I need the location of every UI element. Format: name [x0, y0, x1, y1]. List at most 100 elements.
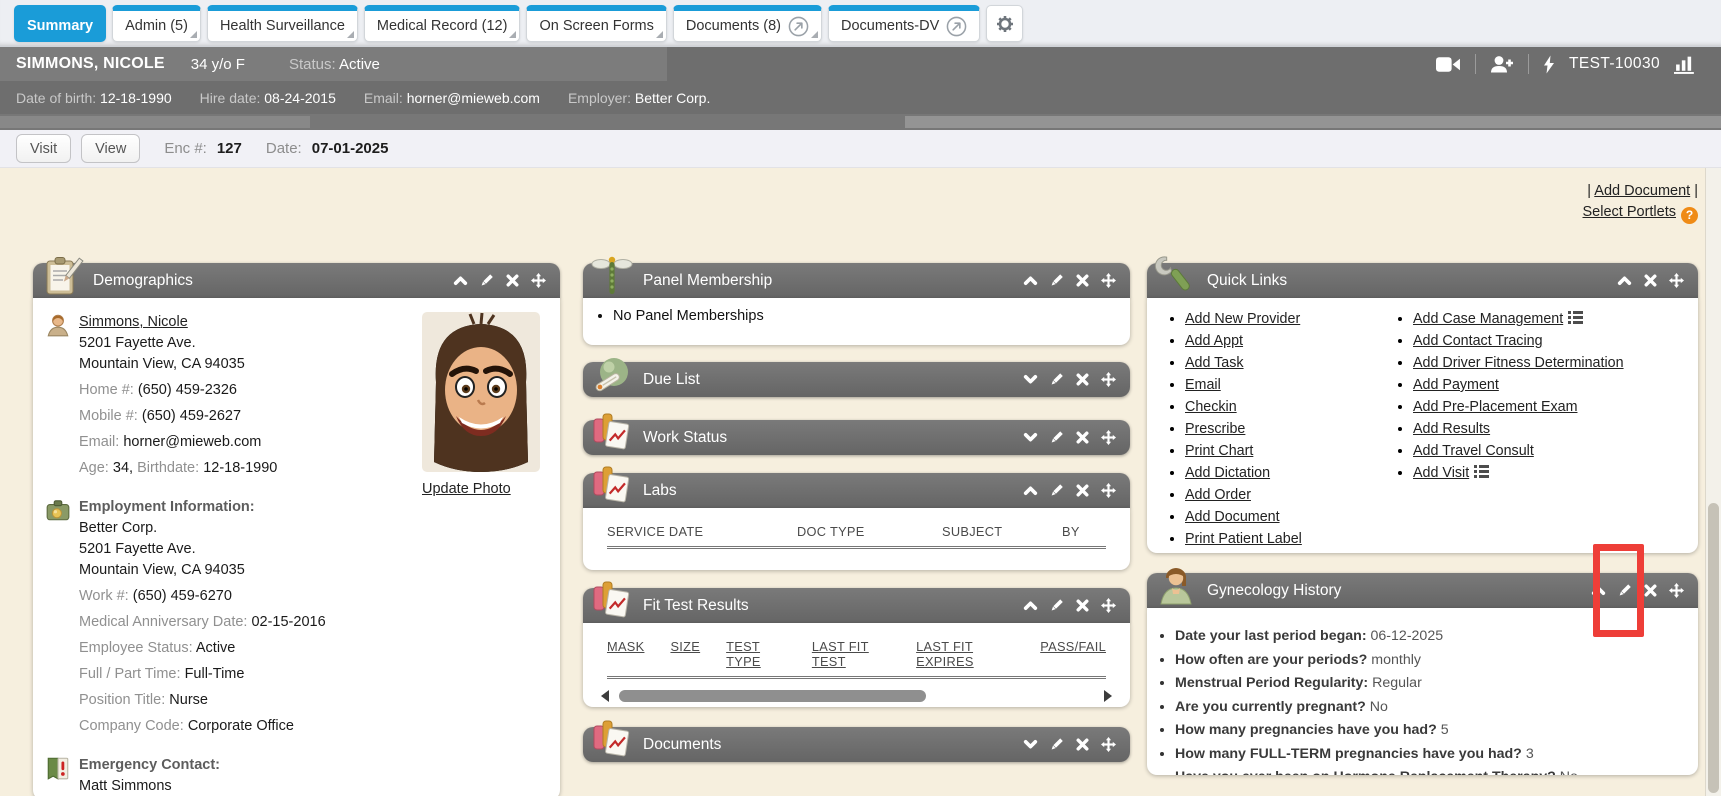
tab-documents-dv[interactable]: Documents-DV [828, 5, 980, 42]
sort-column-link[interactable]: PASS/FAIL [1040, 639, 1106, 669]
close-portlet-icon[interactable] [1075, 430, 1090, 445]
sort-column-link[interactable]: LAST FIT EXPIRES [916, 639, 1014, 669]
popout-arrow-icon[interactable] [946, 16, 967, 37]
gyn-item: Have you ever been on Hormone Replacemen… [1175, 768, 1686, 775]
quick-link[interactable]: Add Visit [1413, 465, 1469, 481]
edit-portlet-icon[interactable] [1049, 372, 1064, 387]
edit-portlet-icon[interactable] [1049, 273, 1064, 288]
expand-portlet-icon[interactable] [1023, 737, 1038, 752]
collapse-portlet-icon[interactable] [1023, 598, 1038, 613]
move-portlet-icon[interactable] [1101, 372, 1116, 387]
list-icon[interactable] [1474, 465, 1489, 478]
move-portlet-icon[interactable] [531, 273, 546, 288]
edit-portlet-icon[interactable] [1049, 430, 1064, 445]
help-icon[interactable]: ? [1681, 207, 1698, 224]
gyn-item: How often are your periods? monthly [1175, 651, 1686, 671]
close-portlet-icon[interactable] [1643, 273, 1658, 288]
collapse-portlet-icon[interactable] [1023, 273, 1038, 288]
tab-documents[interactable]: Documents (8) [673, 5, 822, 42]
scroll-left-icon[interactable] [601, 690, 609, 702]
tab-on-screen-forms[interactable]: On Screen Forms [526, 5, 666, 42]
close-portlet-icon[interactable] [1075, 483, 1090, 498]
move-portlet-icon[interactable] [1101, 430, 1116, 445]
sort-column-link[interactable]: LAST FIT TEST [812, 639, 890, 669]
tab-admin[interactable]: Admin (5) [112, 5, 201, 42]
bar-chart-icon[interactable] [1674, 55, 1697, 74]
tab-summary[interactable]: Summary [14, 5, 106, 42]
edit-portlet-icon[interactable] [1049, 598, 1064, 613]
close-portlet-icon[interactable] [1643, 583, 1658, 598]
visit-button[interactable]: Visit [16, 134, 71, 163]
enc-date-label: Date: [266, 140, 302, 157]
scroll-right-icon[interactable] [1104, 690, 1112, 702]
lightning-icon[interactable] [1543, 55, 1555, 74]
quick-link[interactable]: Add Payment [1413, 377, 1499, 393]
edit-portlet-icon[interactable] [1049, 737, 1064, 752]
banner-scrollbar[interactable] [0, 114, 1721, 130]
page-scrollbar[interactable] [1705, 168, 1721, 796]
video-camera-icon[interactable] [1436, 56, 1461, 73]
quick-link[interactable]: Add Results [1413, 421, 1490, 437]
collapse-portlet-icon[interactable] [1617, 273, 1632, 288]
quick-link-item: Add Payment [1413, 376, 1624, 395]
tab-settings-button[interactable] [986, 5, 1023, 42]
quick-link[interactable]: Add Appt [1185, 333, 1243, 349]
tab-health-surveillance[interactable]: Health Surveillance [207, 5, 358, 42]
scroll-thumb[interactable] [619, 690, 926, 702]
close-portlet-icon[interactable] [1075, 273, 1090, 288]
quick-link[interactable]: Add Task [1185, 355, 1244, 371]
move-portlet-icon[interactable] [1669, 583, 1684, 598]
popout-arrow-icon[interactable] [788, 16, 809, 37]
quick-link[interactable]: Add Driver Fitness Determination [1413, 355, 1624, 371]
edit-portlet-icon[interactable] [479, 273, 494, 288]
view-button[interactable]: View [81, 134, 140, 163]
quick-link[interactable]: Add Contact Tracing [1413, 333, 1543, 349]
expand-portlet-icon[interactable] [1023, 430, 1038, 445]
chart-document-icon [590, 579, 634, 623]
list-icon[interactable] [1568, 311, 1583, 324]
select-portlets-link[interactable]: Select Portlets [1583, 204, 1677, 220]
move-portlet-icon[interactable] [1101, 598, 1116, 613]
sort-column-link[interactable]: MASK [607, 639, 644, 669]
collapse-portlet-icon[interactable] [453, 273, 468, 288]
close-portlet-icon[interactable] [505, 273, 520, 288]
move-portlet-icon[interactable] [1101, 273, 1116, 288]
move-portlet-icon[interactable] [1101, 737, 1116, 752]
horizontal-scrollbar[interactable] [601, 689, 1112, 703]
close-portlet-icon[interactable] [1075, 737, 1090, 752]
quick-link[interactable]: Add Order [1185, 487, 1251, 503]
close-portlet-icon[interactable] [1075, 372, 1090, 387]
quick-link[interactable]: Add Dictation [1185, 465, 1270, 481]
quick-link[interactable]: Email [1185, 377, 1221, 393]
quick-link[interactable]: Prescribe [1185, 421, 1245, 437]
sort-column-link[interactable]: TEST TYPE [726, 639, 786, 669]
tab-medical-record[interactable]: Medical Record (12) [364, 5, 521, 42]
expand-portlet-icon[interactable] [1023, 372, 1038, 387]
quick-link-item: Add Order [1185, 486, 1385, 505]
collapse-portlet-icon[interactable] [1023, 483, 1038, 498]
move-portlet-icon[interactable] [1101, 483, 1116, 498]
quick-link-item: Print Patient Label [1185, 530, 1385, 549]
scroll-track[interactable] [617, 690, 1096, 702]
update-photo-link[interactable]: Update Photo [422, 479, 511, 500]
close-portlet-icon[interactable] [1075, 598, 1090, 613]
patient-name-link[interactable]: Simmons, Nicole [79, 314, 188, 330]
patient-age-sex: 34 y/o F [191, 56, 245, 73]
employment-pair: Medical Anniversary Date: 02-15-2016 [79, 612, 546, 633]
quick-link[interactable]: Add Travel Consult [1413, 443, 1534, 459]
move-portlet-icon[interactable] [1669, 273, 1684, 288]
add-document-link[interactable]: Add Document [1594, 183, 1690, 199]
edit-portlet-icon[interactable] [1049, 483, 1064, 498]
quick-link[interactable]: Print Chart [1185, 443, 1253, 459]
page-scroll-thumb[interactable] [1708, 503, 1719, 793]
quick-link[interactable]: Print Patient Label [1185, 531, 1302, 547]
quick-link[interactable]: Checkin [1185, 399, 1237, 415]
quick-link[interactable]: Add Case Management [1413, 311, 1563, 327]
quick-link[interactable]: Add New Provider [1185, 311, 1300, 327]
portlet-actions: | Add Document | Select Portlets? [1583, 181, 1699, 224]
quick-link[interactable]: Add Document [1185, 509, 1280, 525]
banner-scroll-thumb[interactable] [0, 116, 310, 128]
add-user-icon[interactable] [1490, 55, 1514, 74]
quick-link[interactable]: Add Pre-Placement Exam [1413, 399, 1577, 415]
sort-column-link[interactable]: SIZE [670, 639, 700, 669]
